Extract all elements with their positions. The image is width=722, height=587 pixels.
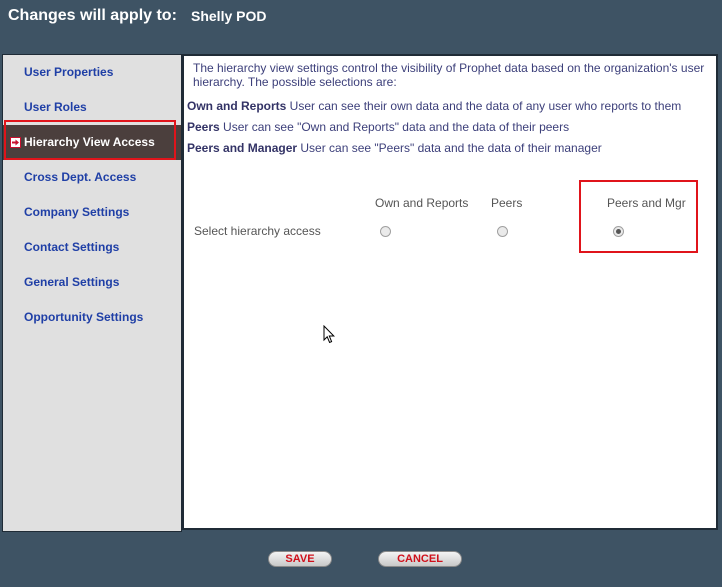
save-button[interactable]: SAVE: [268, 551, 332, 567]
definition-term: Own and Reports: [187, 99, 287, 113]
definition-term: Peers and Manager: [187, 141, 298, 155]
sidebar-item-user-roles[interactable]: User Roles: [3, 90, 181, 125]
sidebar-item-general-settings[interactable]: General Settings: [3, 265, 181, 300]
selected-option-highlight-box: [579, 180, 698, 253]
sidebar-item-cross-dept-access[interactable]: Cross Dept. Access: [3, 160, 181, 195]
sidebar-item-label: Cross Dept. Access: [24, 170, 137, 184]
sidebar-item-hierarchy-view-access[interactable]: Hierarchy View Access: [3, 125, 181, 160]
definition-own-and-reports: Own and Reports User can see their own d…: [187, 99, 681, 113]
sidebar-item-label: Company Settings: [24, 205, 130, 219]
definition-text: User can see "Own and Reports" data and …: [219, 120, 570, 134]
sidebar-item-label: User Properties: [24, 65, 114, 79]
definition-text: User can see "Peers" data and the data o…: [297, 141, 602, 155]
column-header-peers: Peers: [491, 196, 523, 210]
sidebar-item-company-settings[interactable]: Company Settings: [3, 195, 181, 230]
column-header-peers-and-mgr: Peers and Mgr: [607, 196, 686, 210]
header-target-name: Shelly POD: [191, 8, 267, 24]
sidebar-item-label: Contact Settings: [24, 240, 120, 254]
radio-peers-and-mgr[interactable]: [613, 226, 624, 237]
mouse-pointer-icon: [323, 324, 335, 349]
definition-term: Peers: [187, 120, 220, 134]
sidebar-item-opportunity-settings[interactable]: Opportunity Settings: [3, 300, 181, 335]
sidebar-item-user-properties[interactable]: User Properties: [3, 55, 181, 90]
sidebar-item-label: General Settings: [24, 275, 120, 289]
sidebar: User Properties User Roles Hierarchy Vie…: [2, 54, 182, 532]
definition-peers: Peers User can see "Own and Reports" dat…: [187, 120, 569, 134]
sidebar-item-label: Hierarchy View Access: [24, 135, 155, 149]
sidebar-item-contact-settings[interactable]: Contact Settings: [3, 230, 181, 265]
header-bar: Changes will apply to: Shelly POD: [0, 0, 722, 52]
select-hierarchy-access-label: Select hierarchy access: [194, 224, 321, 238]
sidebar-item-label: User Roles: [24, 100, 87, 114]
arrow-right-icon: [10, 137, 21, 148]
column-header-own-and-reports: Own and Reports: [375, 196, 469, 210]
definition-text: User can see their own data and the data…: [286, 99, 682, 113]
radio-peers[interactable]: [497, 226, 508, 237]
cancel-button[interactable]: CANCEL: [378, 551, 462, 567]
hierarchy-settings-panel: The hierarchy view settings control the …: [182, 54, 718, 530]
definition-peers-and-manager: Peers and Manager User can see "Peers" d…: [187, 141, 602, 155]
sidebar-item-label: Opportunity Settings: [24, 310, 144, 324]
header-label: Changes will apply to:: [8, 7, 177, 24]
footer-bar: [0, 532, 722, 587]
radio-own-and-reports[interactable]: [380, 226, 391, 237]
intro-text: The hierarchy view settings control the …: [193, 61, 705, 89]
